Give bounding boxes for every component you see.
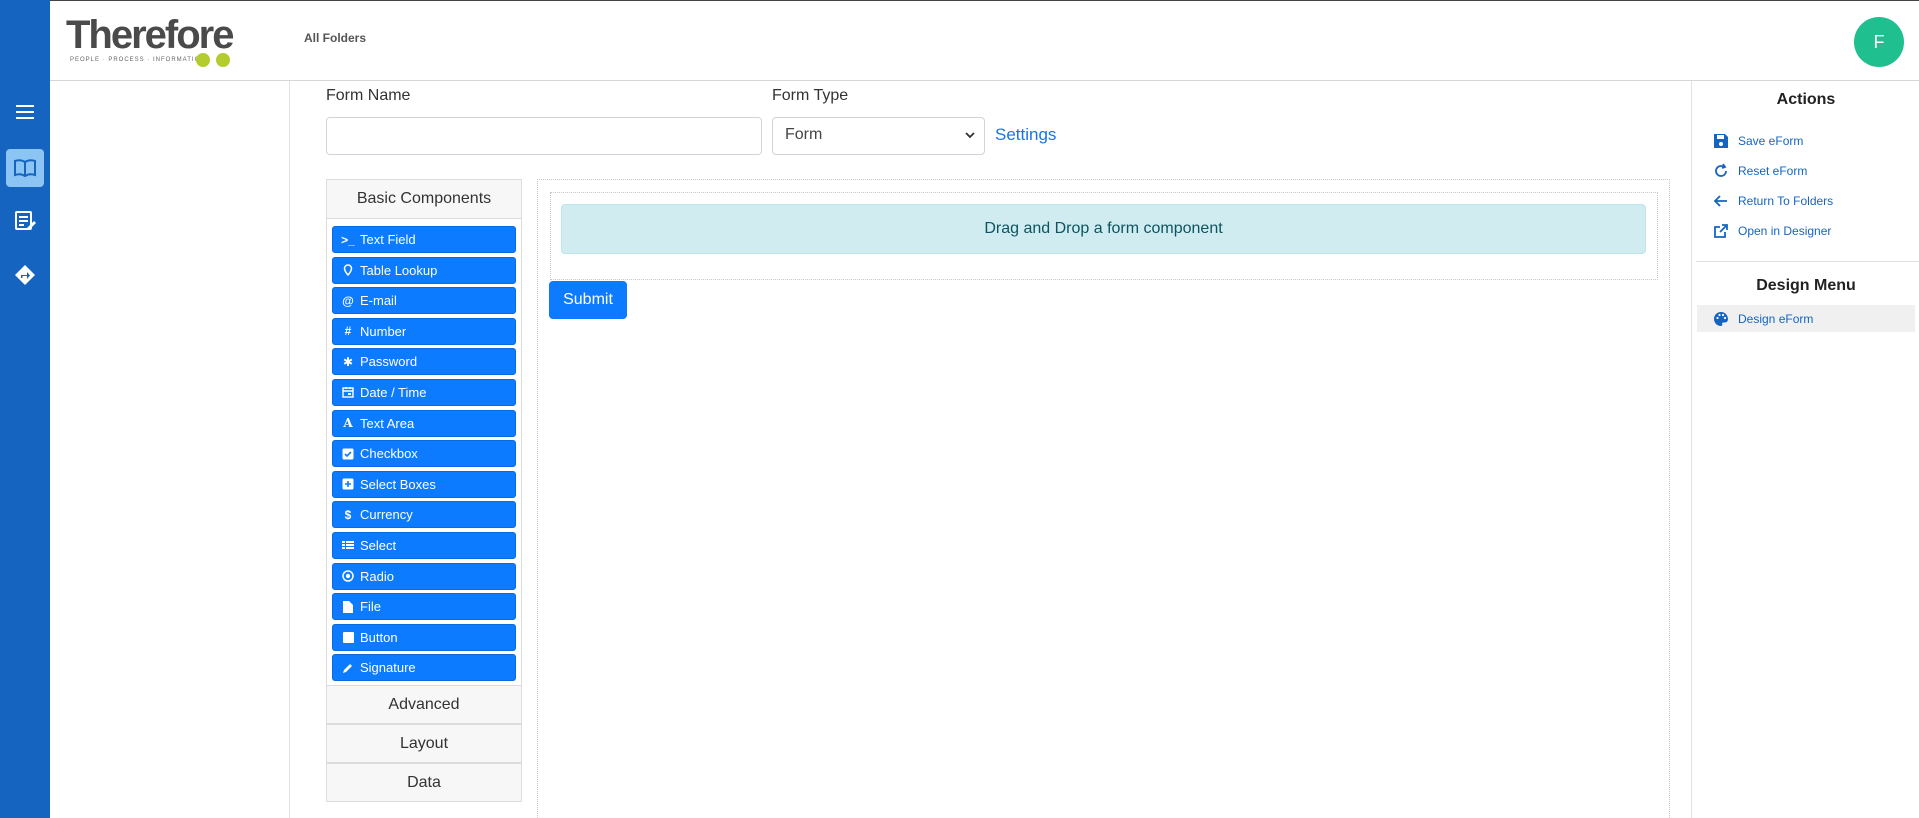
submit-button[interactable]: Submit xyxy=(549,281,627,319)
data-components-header[interactable]: Data xyxy=(326,763,522,802)
at-icon: @ xyxy=(342,293,354,308)
menu-icon[interactable] xyxy=(6,93,44,131)
component-select-boxes[interactable]: Select Boxes xyxy=(332,470,516,498)
save-icon xyxy=(1714,134,1728,148)
component-text-area[interactable]: A Text Area xyxy=(332,409,516,437)
font-icon: A xyxy=(343,416,353,431)
list-icon xyxy=(341,539,355,551)
reset-eform-action[interactable]: Reset eForm xyxy=(1713,161,1807,181)
dollar-icon: $ xyxy=(344,507,352,522)
check-square-icon xyxy=(341,448,355,460)
basic-components-header[interactable]: Basic Components xyxy=(327,180,521,219)
form-type-select[interactable]: Form xyxy=(772,117,985,155)
advanced-components-header[interactable]: Advanced xyxy=(326,685,522,724)
breadcrumb[interactable]: All Folders xyxy=(304,31,366,45)
map-marker-icon xyxy=(341,264,355,277)
basic-components-panel: Basic Components >_ Text Field Table Look… xyxy=(326,179,522,689)
component-checkbox[interactable]: Checkbox xyxy=(332,440,516,468)
component-select[interactable]: Select xyxy=(332,531,516,559)
component-radio[interactable]: Radio xyxy=(332,562,516,590)
design-menu-title: Design Menu xyxy=(1756,277,1856,294)
layout-components-header[interactable]: Layout xyxy=(326,724,522,763)
component-number[interactable]: # Number xyxy=(332,317,516,345)
panel-divider xyxy=(1696,261,1919,262)
component-email[interactable]: @ E-mail xyxy=(332,287,516,315)
component-password[interactable]: ✱ Password xyxy=(332,348,516,376)
form-name-label: Form Name xyxy=(326,87,411,104)
open-in-designer-action[interactable]: Open in Designer xyxy=(1713,221,1831,241)
arrow-left-icon xyxy=(1713,195,1727,207)
component-button[interactable]: Button xyxy=(332,623,516,651)
actions-title: Actions xyxy=(1776,91,1836,108)
plus-square-icon xyxy=(341,478,355,490)
component-file[interactable]: File xyxy=(332,593,516,621)
left-rail xyxy=(0,0,50,818)
save-eform-action[interactable]: Save eForm xyxy=(1713,131,1803,151)
drop-target[interactable]: Drag and Drop a form component xyxy=(561,204,1646,254)
refresh-icon xyxy=(1715,163,1727,177)
chevron-down-icon xyxy=(965,132,975,139)
directions-icon[interactable] xyxy=(6,256,44,294)
settings-link[interactable]: Settings xyxy=(995,125,1056,145)
external-link-icon xyxy=(1714,224,1728,238)
component-table-lookup[interactable]: Table Lookup xyxy=(332,256,516,284)
calendar-icon xyxy=(341,386,355,399)
component-date-time[interactable]: Date / Time xyxy=(332,378,516,406)
file-icon xyxy=(341,600,355,613)
design-eform-item[interactable]: Design eForm xyxy=(1697,305,1915,332)
edit-list-icon[interactable] xyxy=(6,202,44,240)
component-list: >_ Text Field Table Lookup @ E-mail # Numbe… xyxy=(327,219,521,688)
component-currency[interactable]: $ Currency xyxy=(332,501,516,529)
component-text-field[interactable]: >_ Text Field xyxy=(332,226,516,253)
pencil-icon xyxy=(341,662,355,674)
dot-circle-icon xyxy=(341,570,355,582)
form-name-input[interactable] xyxy=(326,117,762,155)
asterisk-icon: ✱ xyxy=(342,354,354,369)
book-icon[interactable] xyxy=(6,149,44,187)
hashtag-icon: # xyxy=(344,324,352,339)
top-header: Therefore PEOPLE · PROCESS · INFORMATION… xyxy=(50,0,1919,81)
palette-icon xyxy=(1714,311,1728,326)
form-type-value: Form xyxy=(785,126,823,143)
terminal-icon: >_ xyxy=(341,232,355,247)
avatar[interactable]: F xyxy=(1854,17,1904,67)
return-to-folders-action[interactable]: Return To Folders xyxy=(1713,191,1833,211)
component-signature[interactable]: Signature xyxy=(332,654,516,682)
therefore-logo[interactable]: Therefore PEOPLE · PROCESS · INFORMATION xyxy=(66,15,256,71)
form-type-label: Form Type xyxy=(772,87,849,104)
stop-icon xyxy=(341,631,355,643)
